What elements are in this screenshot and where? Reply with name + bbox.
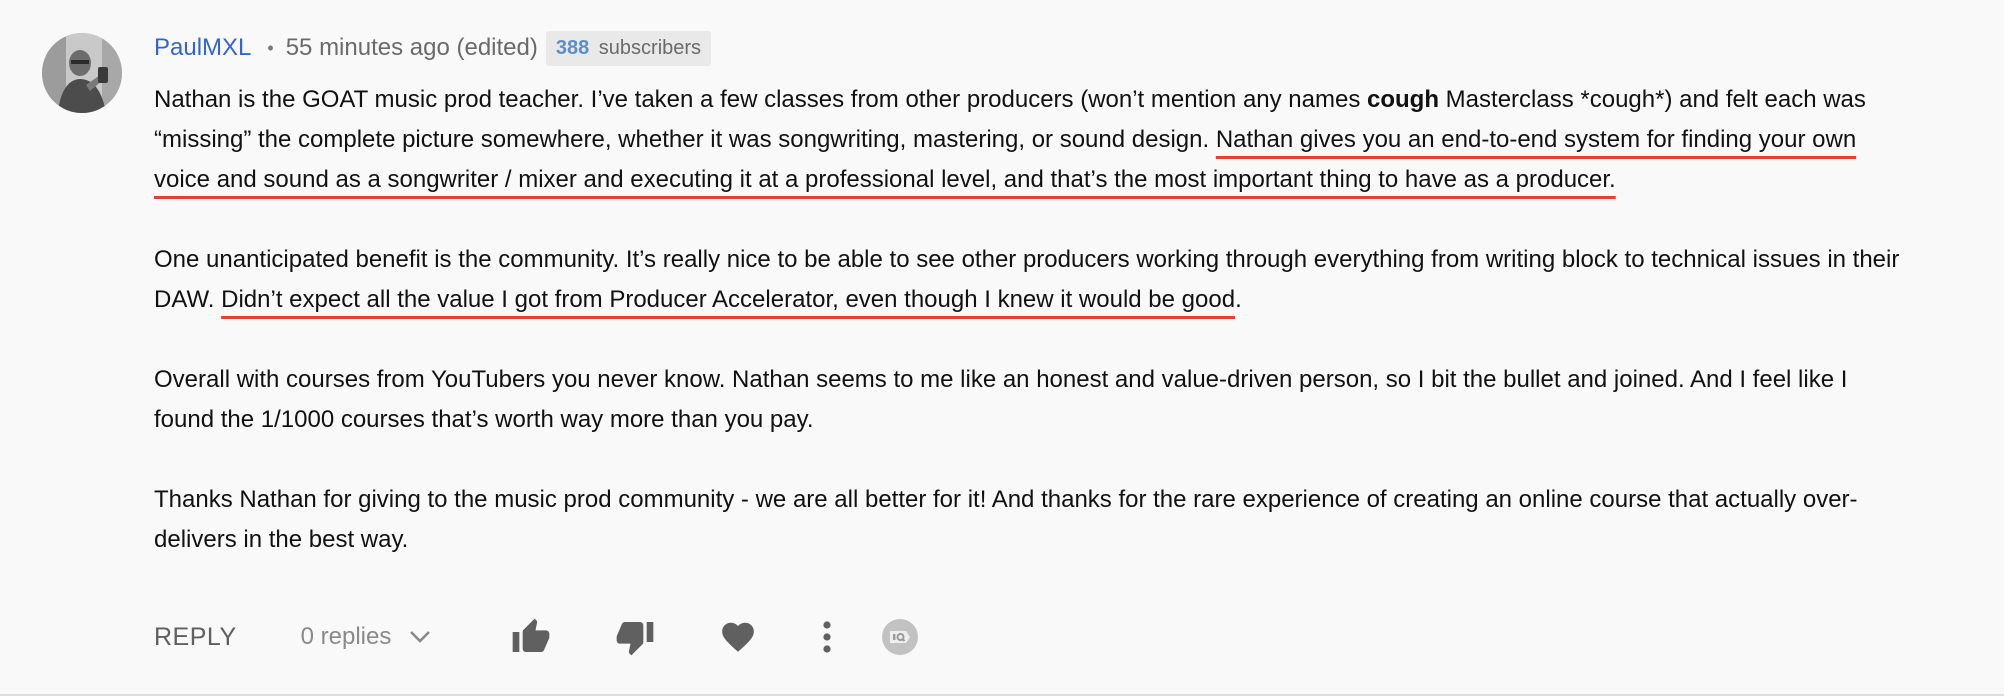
comment-paragraph-4: Thanks Nathan for giving to the music pr… xyxy=(154,480,1914,560)
more-vert-icon xyxy=(823,621,831,653)
heart-icon xyxy=(722,622,755,652)
comment-paragraph-3: Overall with courses from YouTubers you … xyxy=(154,360,1914,440)
chevron-down-icon xyxy=(410,631,431,643)
iq-badge-icon xyxy=(882,619,919,655)
comment-body: Nathan is the GOAT music prod teacher. I… xyxy=(154,80,1914,560)
text-segment: Overall with courses from YouTubers you … xyxy=(154,366,1848,433)
thumbs-up-icon xyxy=(513,618,550,652)
text-segment: Nathan is the GOAT music prod teacher. I… xyxy=(154,86,1368,113)
text-segment: Thanks Nathan for giving to the music pr… xyxy=(154,486,1858,553)
separator-dot: • xyxy=(267,37,274,58)
comment-header: PaulMXL • 55 minutes ago (edited) 388 su… xyxy=(154,28,1914,68)
more-options-button[interactable] xyxy=(821,620,833,654)
reply-button[interactable]: REPLY xyxy=(154,623,237,652)
underlined-highlight: Didn’t expect all the value I got from P… xyxy=(221,286,1236,313)
comment-paragraph-2: One unanticipated benefit is the communi… xyxy=(154,240,1914,320)
replies-toggle[interactable]: 0 replies xyxy=(301,623,432,651)
heart-button[interactable] xyxy=(719,618,757,656)
dislike-button[interactable] xyxy=(615,617,655,657)
user-photo-icon xyxy=(42,33,122,113)
bold-text-segment: cough xyxy=(1367,86,1440,113)
iq-badge-button[interactable] xyxy=(881,618,919,656)
subscriber-count: 388 xyxy=(555,36,590,59)
like-button[interactable] xyxy=(511,617,551,657)
comment-timestamp[interactable]: 55 minutes ago (edited) xyxy=(286,34,538,62)
text-segment: . xyxy=(1235,286,1242,313)
comment-paragraph-1: Nathan is the GOAT music prod teacher. I… xyxy=(154,80,1914,200)
subscriber-label: subscribers xyxy=(598,36,702,59)
comment-card: PaulMXL • 55 minutes ago (edited) 388 su… xyxy=(0,0,2004,696)
thumbs-down-icon xyxy=(617,622,654,656)
replies-count-label: 0 replies xyxy=(300,623,392,650)
comment-content: PaulMXL • 55 minutes ago (edited) 388 su… xyxy=(154,28,1914,560)
subscriber-badge: 388 subscribers xyxy=(545,30,712,66)
avatar[interactable] xyxy=(42,33,122,113)
author-name-link[interactable]: PaulMXL xyxy=(154,34,251,62)
comment-actions: REPLY 0 replies xyxy=(154,612,919,662)
